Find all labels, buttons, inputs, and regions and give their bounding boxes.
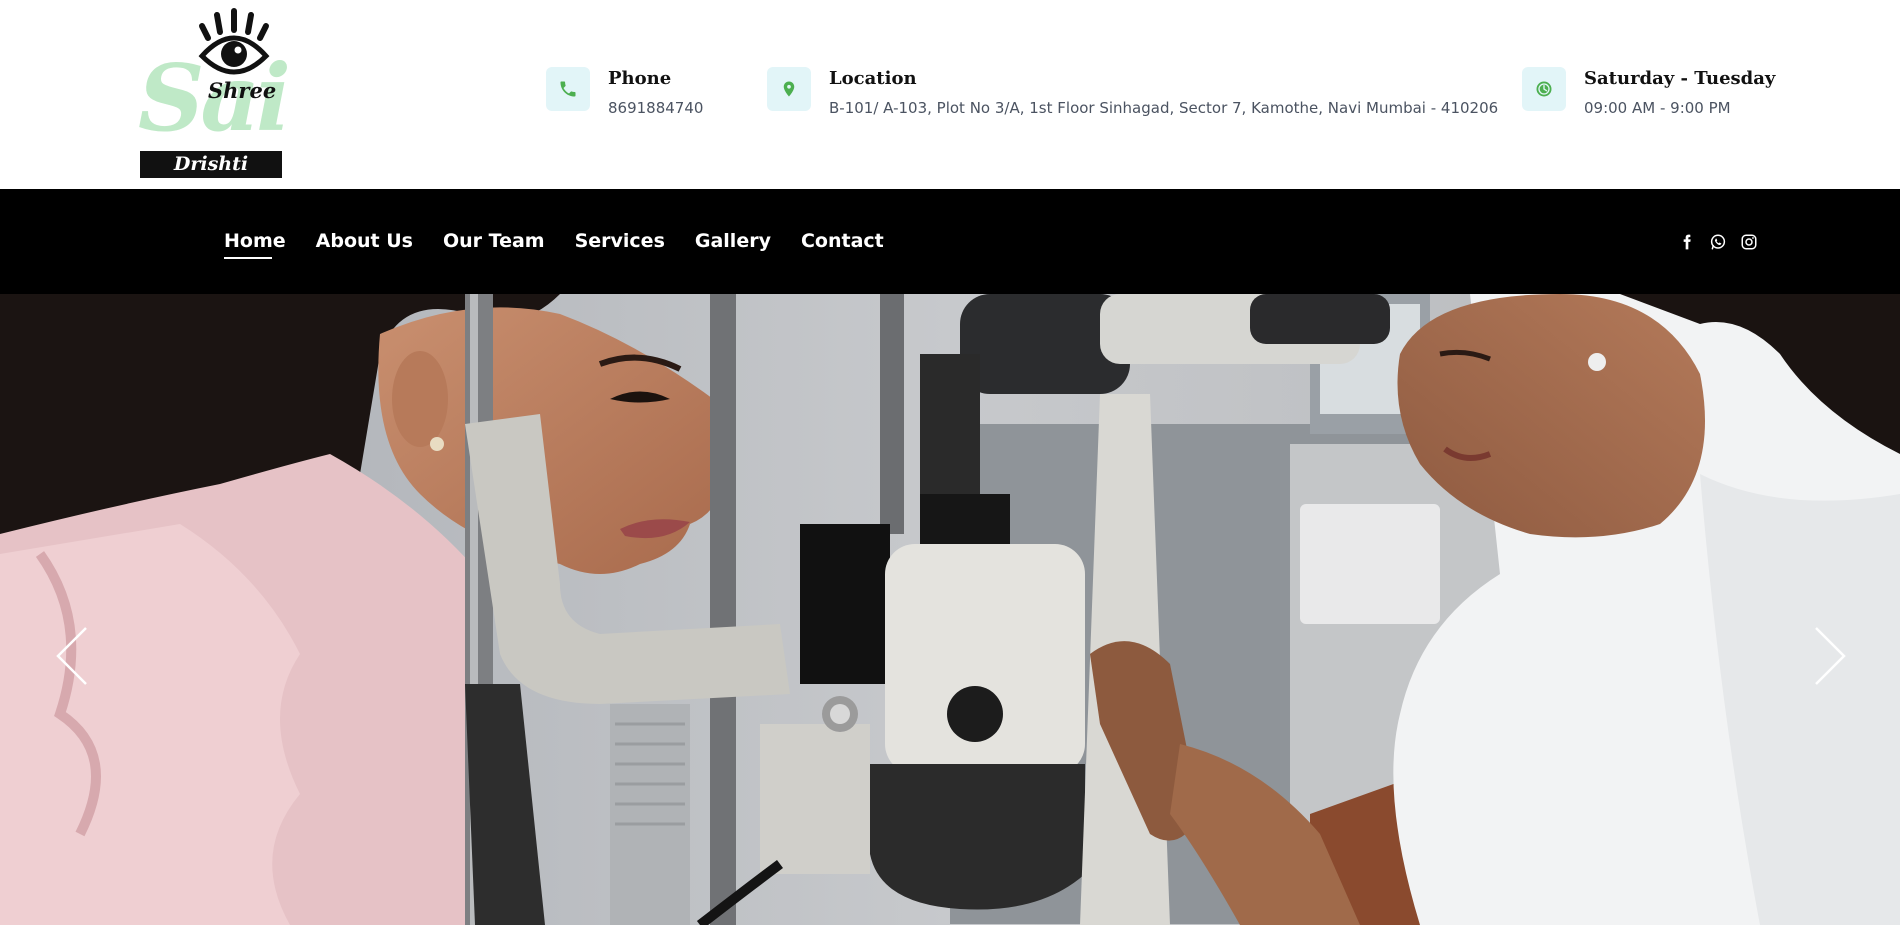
main-navbar: Home About Us Our Team Services Gallery …	[0, 189, 1900, 294]
nav-home[interactable]: Home	[224, 229, 286, 259]
location-info: Location B-101/ A-103, Plot No 3/A, 1st …	[767, 67, 1498, 118]
nav-gallery[interactable]: Gallery	[695, 229, 771, 253]
nav-about-us[interactable]: About Us	[316, 229, 413, 253]
main-menu: Home About Us Our Team Services Gallery …	[224, 229, 914, 259]
hero-slider	[0, 294, 1900, 925]
location-address: B-101/ A-103, Plot No 3/A, 1st Floor Sin…	[829, 99, 1499, 117]
hours-value: 09:00 AM - 9:00 PM	[1584, 99, 1731, 117]
nav-our-team[interactable]: Our Team	[443, 229, 545, 253]
facebook-icon[interactable]	[1675, 230, 1699, 254]
phone-number[interactable]: 8691884740	[608, 98, 703, 118]
location-title: Location	[829, 68, 917, 89]
whatsapp-icon[interactable]	[1706, 230, 1730, 254]
nav-contact[interactable]: Contact	[801, 229, 884, 253]
logo-shree: Shree	[208, 78, 277, 103]
nav-services[interactable]: Services	[575, 229, 665, 253]
phone-title: Phone	[608, 68, 672, 89]
logo-banner: Drishti Clinic	[140, 151, 282, 202]
map-pin-icon	[767, 67, 811, 111]
phone-icon	[546, 67, 590, 111]
hero-image	[0, 294, 1900, 925]
phone-info: Phone 8691884740	[546, 67, 703, 118]
chevron-left-icon[interactable]	[54, 624, 94, 688]
top-header: Sai Shree Drishti Clinic Phone 869188474…	[0, 0, 1900, 202]
clinic-logo[interactable]: Sai Shree Drishti Clinic	[138, 8, 298, 202]
clock-icon	[1522, 67, 1566, 111]
hours-title: Saturday - Tuesday	[1584, 68, 1776, 89]
instagram-icon[interactable]	[1737, 230, 1761, 254]
chevron-right-icon[interactable]	[1808, 624, 1848, 688]
hours-info: Saturday - Tuesday 09:00 AM - 9:00 PM	[1522, 67, 1775, 118]
social-links	[1675, 230, 1768, 254]
